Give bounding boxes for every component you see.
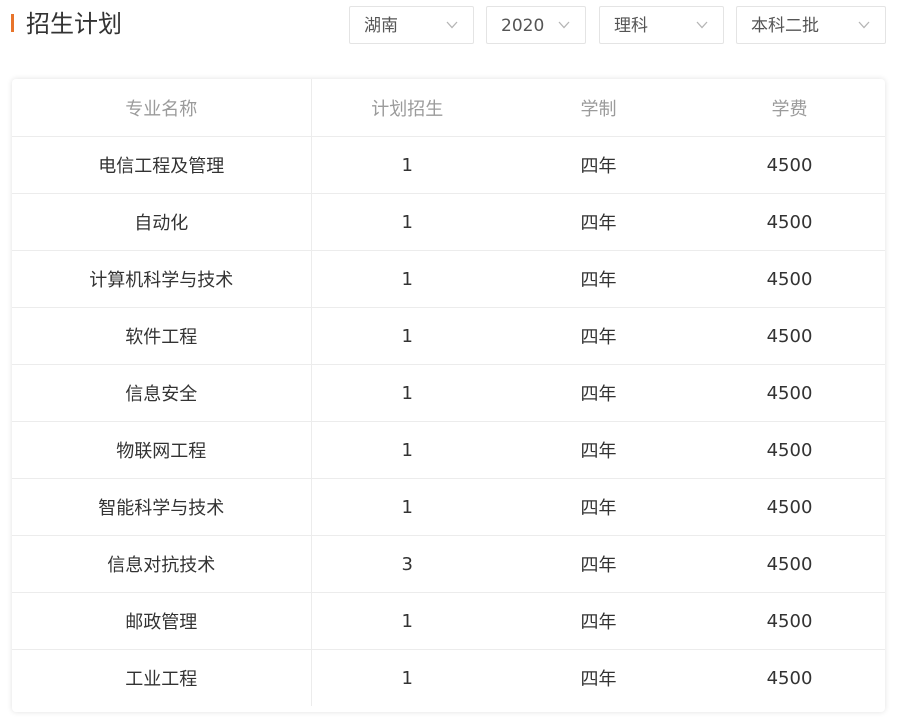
- cell-major: 工业工程: [12, 649, 312, 706]
- chevron-down-icon: [696, 21, 708, 29]
- cell-duration: 四年: [503, 250, 694, 308]
- table-row: 物联网工程 1 四年 4500: [12, 421, 885, 479]
- cell-plan: 1: [311, 592, 503, 650]
- subject-select-value: 理科: [614, 16, 648, 36]
- cell-duration: 四年: [503, 364, 694, 422]
- cell-duration: 四年: [580, 669, 617, 690]
- cell-major: 邮政管理: [12, 592, 312, 650]
- table-row: 邮政管理 1 四年 4500: [12, 592, 885, 650]
- cell-plan: 1: [401, 667, 413, 689]
- cell-major: 智能科学与技术: [12, 478, 312, 536]
- cell-duration: 四年: [503, 478, 694, 536]
- subject-select[interactable]: 理科: [599, 6, 724, 44]
- cell-major: 自动化: [12, 193, 312, 251]
- cell-plan: 1: [311, 250, 503, 308]
- table-row: 智能科学与技术 1 四年 4500: [12, 478, 885, 536]
- table-row: 电信工程及管理 1 四年 4500: [12, 136, 885, 194]
- cell-plan: 1: [311, 478, 503, 536]
- table-row: 信息安全 1 四年 4500: [12, 364, 885, 422]
- cell-tuition: 4500: [694, 136, 885, 194]
- cell-tuition: 4500: [694, 592, 885, 650]
- enrollment-plan-table: 专业名称 计划招生 学制 学费 电信工程及管理 1 四年 4500 自动化 1 …: [12, 79, 885, 706]
- cell-tuition: 4500: [694, 307, 885, 365]
- cell-plan: 1: [311, 421, 503, 479]
- cell-plan: 1: [311, 364, 503, 422]
- year-select[interactable]: 2020: [486, 6, 586, 44]
- column-header-major: 专业名称: [12, 79, 312, 137]
- cell-plan: 1: [311, 136, 503, 194]
- year-select-value: 2020: [501, 16, 545, 36]
- page-title: 招生计划: [26, 10, 122, 38]
- cell-plan: 1: [311, 193, 503, 251]
- cell-duration: 四年: [503, 307, 694, 365]
- chevron-down-icon: [558, 21, 570, 29]
- enrollment-plan-table-card: 专业名称 计划招生 学制 学费 电信工程及管理 1 四年 4500 自动化 1 …: [12, 79, 885, 712]
- table-header-row: 专业名称 计划招生 学制 学费: [12, 79, 885, 137]
- cell-duration: 四年: [503, 193, 694, 251]
- batch-select[interactable]: 本科二批: [736, 6, 886, 44]
- page-header: 招生计划 湖南 2020 理科 本科二批: [0, 0, 898, 60]
- cell-duration: 四年: [503, 136, 694, 194]
- table-row: 信息对抗技术 3 四年 4500: [12, 535, 885, 593]
- column-header-plan: 计划招生: [311, 79, 503, 137]
- cell-tuition: 4500: [694, 535, 885, 593]
- title-accent-bar: [11, 14, 14, 32]
- cell-major: 软件工程: [12, 307, 312, 365]
- cell-major: 信息对抗技术: [12, 535, 312, 593]
- table-row: 工业工程 1 四年 4500: [12, 649, 885, 706]
- province-select[interactable]: 湖南: [349, 6, 474, 44]
- cell-tuition: 4500: [694, 250, 885, 308]
- cell-tuition: 4500: [694, 421, 885, 479]
- cell-tuition: 4500: [766, 667, 813, 689]
- chevron-down-icon: [446, 21, 458, 29]
- column-header-tuition: 学费: [694, 79, 885, 137]
- cell-major: 计算机科学与技术: [12, 250, 312, 308]
- cell-plan: 3: [311, 535, 503, 593]
- cell-major: 电信工程及管理: [12, 136, 312, 194]
- table-row: 自动化 1 四年 4500: [12, 193, 885, 251]
- cell-plan: 1: [311, 307, 503, 365]
- table-row: 软件工程 1 四年 4500: [12, 307, 885, 365]
- province-select-value: 湖南: [364, 16, 398, 36]
- cell-tuition: 4500: [694, 478, 885, 536]
- cell-tuition: 4500: [694, 364, 885, 422]
- column-header-duration: 学制: [503, 79, 694, 137]
- chevron-down-icon: [858, 21, 870, 29]
- cell-duration: 四年: [503, 421, 694, 479]
- batch-select-value: 本科二批: [751, 16, 819, 36]
- cell-major: 信息安全: [12, 364, 312, 422]
- cell-duration: 四年: [503, 592, 694, 650]
- cell-tuition: 4500: [694, 193, 885, 251]
- cell-major: 物联网工程: [12, 421, 312, 479]
- table-row: 计算机科学与技术 1 四年 4500: [12, 250, 885, 308]
- cell-duration: 四年: [503, 535, 694, 593]
